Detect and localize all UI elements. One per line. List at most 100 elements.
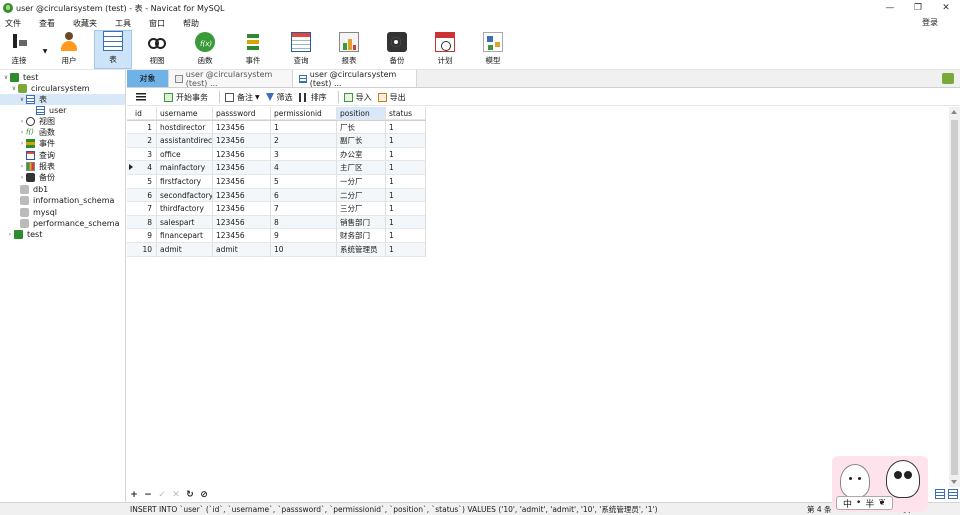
chevron-down-icon[interactable]: ∨ (18, 96, 26, 103)
tree-node-reports[interactable]: › 报表 (18, 161, 55, 172)
table-row[interactable]: 1 hostdirector 123456 1 厂长 1 (127, 120, 426, 135)
ime-language-toggle[interactable]: 中 (843, 497, 852, 510)
cell-status[interactable]: 1 (386, 229, 426, 243)
form-view-icon[interactable] (948, 489, 958, 499)
cell-username[interactable]: admit (157, 243, 213, 257)
cell-position[interactable]: 厂长 (337, 120, 386, 135)
note-button[interactable]: 备注 ▼ (225, 92, 260, 103)
menu-help[interactable]: 帮助 (178, 18, 206, 29)
cell-position[interactable]: 销售部门 (337, 215, 386, 230)
cell-passsword[interactable]: 123456 (213, 161, 271, 175)
tree-connection-test-2[interactable]: › test (6, 229, 42, 240)
ime-skin-icon[interactable]: ❦ (878, 498, 886, 508)
menu-tools[interactable]: 工具 (110, 18, 138, 29)
table-row[interactable]: 8 salespart 123456 8 销售部门 1 (127, 215, 426, 230)
table-row[interactable]: 3 office 123456 3 办公室 1 (127, 147, 426, 162)
tree-node-queries[interactable]: 查询 (26, 150, 55, 161)
cell-id[interactable]: 9 (127, 229, 157, 243)
chevron-right-icon[interactable]: › (18, 140, 26, 147)
cell-permissionid[interactable]: 4 (271, 161, 337, 175)
cell-permissionid[interactable]: 3 (271, 147, 337, 162)
cell-id[interactable]: 5 (127, 175, 157, 189)
refresh-button[interactable]: ↻ (183, 490, 197, 500)
table-row[interactable]: 9 financepart 123456 9 财务部门 1 (127, 229, 426, 243)
cell-permissionid[interactable]: 2 (271, 134, 337, 148)
cell-passsword[interactable]: 123456 (213, 134, 271, 148)
tree-node-tables[interactable]: ∨ 表 (0, 94, 125, 105)
cell-passsword[interactable]: 123456 (213, 147, 271, 162)
import-button[interactable]: 导入 (343, 92, 372, 103)
cell-status[interactable]: 1 (386, 161, 426, 175)
menu-window[interactable]: 窗口 (144, 18, 172, 29)
cell-status[interactable]: 1 (386, 175, 426, 189)
cell-status[interactable]: 1 (386, 215, 426, 230)
cell-position[interactable]: 一分厂 (337, 175, 386, 189)
cell-username[interactable]: secondfactory (157, 188, 213, 203)
column-header-permissionid[interactable]: permissionid (271, 107, 337, 120)
cell-username[interactable]: mainfactory (157, 161, 213, 175)
tree-node-functions[interactable]: › f() 函数 (18, 127, 55, 138)
tab-user-table[interactable]: user @circularsystem (test) ... (293, 70, 417, 88)
cell-permissionid[interactable]: 7 (271, 202, 337, 216)
ime-status[interactable]: 中 • 半 ❦ (836, 496, 893, 510)
cell-status[interactable]: 1 (386, 243, 426, 257)
cell-position[interactable]: 副厂长 (337, 134, 386, 148)
tree-node-views[interactable]: › 视图 (18, 116, 55, 127)
apply-changes-button[interactable]: ✓ (155, 490, 169, 500)
cell-position[interactable]: 办公室 (337, 147, 386, 162)
cell-id[interactable]: 7 (127, 202, 157, 216)
cell-permissionid[interactable]: 1 (271, 120, 337, 135)
cell-status[interactable]: 1 (386, 188, 426, 203)
tree-node-events[interactable]: › 事件 (18, 138, 55, 149)
tree-node-backups[interactable]: › 备份 (18, 172, 55, 183)
discard-changes-button[interactable]: ✕ (169, 490, 183, 500)
cell-id[interactable]: 6 (127, 188, 157, 203)
backup-button[interactable]: 备份 (374, 30, 420, 69)
table-row[interactable]: 5 firstfactory 123456 5 一分厂 1 (127, 175, 426, 189)
minimize-button[interactable]: — (876, 0, 904, 16)
connect-dropdown-arrow[interactable]: ▼ (40, 30, 50, 69)
login-link[interactable]: 登录 (922, 17, 938, 28)
tree-db-mysql[interactable]: mysql (20, 207, 57, 218)
menu-icon[interactable] (136, 93, 146, 101)
cell-passsword[interactable]: 123456 (213, 229, 271, 243)
grid-view-icon[interactable] (935, 489, 945, 499)
tree-connection-test[interactable]: ∨ test (2, 72, 38, 83)
stop-button[interactable]: ⊘ (197, 490, 211, 500)
cell-id[interactable]: 3 (127, 147, 157, 162)
table-button[interactable]: 表 (94, 30, 132, 69)
cell-passsword[interactable]: 123456 (213, 215, 271, 230)
chevron-down-icon[interactable]: ∨ (2, 74, 10, 81)
cell-permissionid[interactable]: 6 (271, 188, 337, 203)
chevron-right-icon[interactable]: › (18, 118, 26, 125)
cell-username[interactable]: office (157, 147, 213, 162)
cell-username[interactable]: hostdirector (157, 120, 213, 135)
cell-id[interactable]: 2 (127, 134, 157, 148)
column-header-id[interactable]: id (127, 107, 157, 120)
schedule-button[interactable]: 计划 (422, 30, 468, 69)
table-row[interactable]: 7 thirdfactory 123456 7 三分厂 1 (127, 202, 426, 216)
chevron-right-icon[interactable]: › (18, 163, 26, 170)
chevron-right-icon[interactable]: › (18, 129, 26, 136)
menu-view[interactable]: 查看 (34, 18, 62, 29)
report-button[interactable]: 报表 (326, 30, 372, 69)
column-header-status[interactable]: status (386, 107, 426, 120)
export-button[interactable]: 导出 (377, 92, 406, 103)
tree-db-information-schema[interactable]: information_schema (20, 195, 114, 206)
tree-db-performance-schema[interactable]: performance_schema (20, 218, 120, 229)
cell-username[interactable]: financepart (157, 229, 213, 243)
cell-passsword[interactable]: 123456 (213, 202, 271, 216)
cell-permissionid[interactable]: 8 (271, 215, 337, 230)
cell-permissionid[interactable]: 10 (271, 243, 337, 257)
cell-status[interactable]: 1 (386, 202, 426, 216)
menu-file[interactable]: 文件 (0, 18, 28, 29)
add-record-button[interactable]: + (127, 490, 141, 500)
cell-position[interactable]: 财务部门 (337, 229, 386, 243)
ime-punctuation-toggle[interactable]: • (856, 498, 861, 508)
cell-position[interactable]: 三分厂 (337, 202, 386, 216)
begin-transaction-button[interactable]: 开始事务 (164, 92, 208, 103)
column-header-username[interactable]: username (157, 107, 213, 120)
close-button[interactable]: ✕ (932, 0, 960, 16)
cell-position[interactable]: 二分厂 (337, 188, 386, 203)
cell-status[interactable]: 1 (386, 120, 426, 135)
